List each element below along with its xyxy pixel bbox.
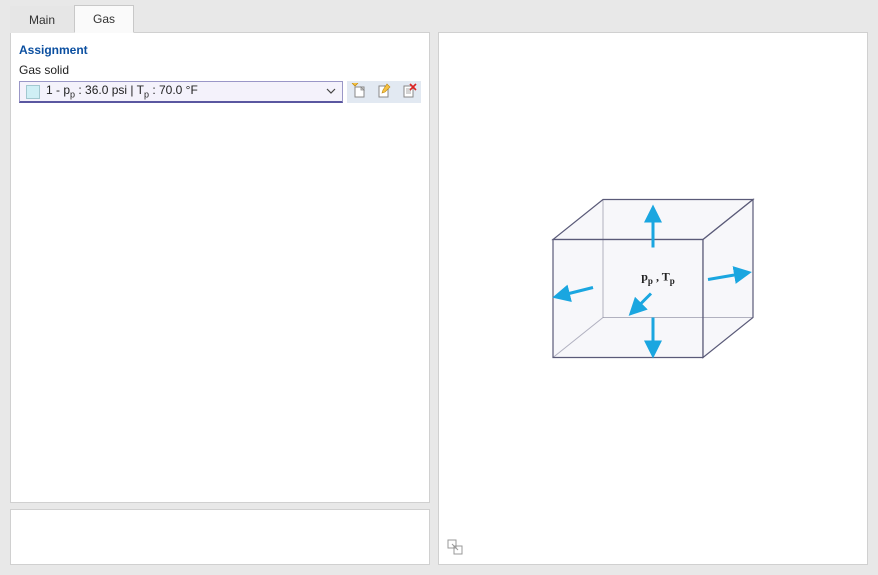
color-swatch — [26, 85, 40, 99]
icon-button-group — [347, 81, 421, 103]
edit-button[interactable] — [372, 81, 396, 103]
link-object-icon — [447, 539, 463, 558]
section-title-assignment: Assignment — [19, 39, 421, 63]
field-label-gas-solid: Gas solid — [19, 63, 421, 81]
tab-bar: Main Gas — [0, 0, 878, 32]
gas-box-diagram: pp , Tp — [523, 187, 783, 410]
bottom-panel — [10, 509, 430, 565]
chevron-down-icon — [320, 85, 342, 99]
content-area: Assignment Gas solid 1 - pp : 36.0 psi |… — [0, 32, 878, 575]
delete-document-icon — [401, 83, 417, 102]
edit-document-icon — [376, 83, 392, 102]
tab-main[interactable]: Main — [10, 6, 74, 33]
gas-solid-row: 1 - pp : 36.0 psi | Tp : 70.0 °F — [19, 81, 421, 103]
diagram-label: pp , Tp — [623, 269, 693, 285]
assignment-panel: Assignment Gas solid 1 - pp : 36.0 psi |… — [10, 32, 430, 503]
link-object-button[interactable] — [445, 538, 465, 558]
gas-solid-dropdown[interactable]: 1 - pp : 36.0 psi | Tp : 70.0 °F — [19, 81, 343, 103]
delete-button[interactable] — [397, 81, 421, 103]
new-document-icon — [351, 83, 367, 102]
tab-gas[interactable]: Gas — [74, 5, 134, 33]
left-column: Assignment Gas solid 1 - pp : 36.0 psi |… — [10, 32, 430, 565]
new-button[interactable] — [347, 81, 371, 103]
diagram-panel: pp , Tp — [438, 32, 868, 565]
dropdown-text: 1 - pp : 36.0 psi | Tp : 70.0 °F — [46, 83, 320, 99]
